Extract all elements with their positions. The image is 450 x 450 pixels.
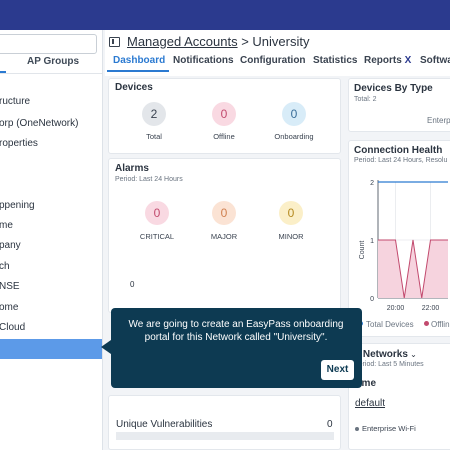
- offline-series-area: [378, 240, 448, 298]
- vulnerabilities-label: Unique Vulnerabilities: [116, 419, 213, 430]
- legend-total-devices[interactable]: Total Devices: [366, 320, 414, 329]
- sidebar-item[interactable]: Cloud: [0, 322, 25, 333]
- network-type: Enterprise Wi-Fi: [362, 424, 416, 433]
- sidebar-item[interactable]: roperties: [0, 138, 38, 149]
- tab-software[interactable]: Softwa: [420, 55, 450, 66]
- devices-by-type-total: Total: 2: [354, 96, 377, 103]
- reports-badge: X: [404, 55, 412, 66]
- tab-dashboard[interactable]: Dashboard: [113, 55, 165, 66]
- devices-offline-label: Offline: [213, 132, 235, 141]
- breadcrumb-link-managed-accounts[interactable]: Managed Accounts: [127, 34, 238, 49]
- vulnerabilities-count: 0: [327, 419, 333, 430]
- sidebar-item[interactable]: ructure: [0, 96, 30, 107]
- sidebar: AP Groups ructure orp (OneNetwork) roper…: [0, 30, 103, 450]
- networks-title[interactable]: p Networks ⌄: [354, 349, 417, 360]
- devices-total-count[interactable]: 2: [142, 102, 166, 126]
- breadcrumb-current: University: [252, 34, 310, 49]
- sidebar-item-selected[interactable]: [0, 339, 102, 359]
- devices-title: Devices: [115, 82, 153, 93]
- networks-period: Period: Last 5 Minutes: [354, 361, 424, 368]
- sidebar-item[interactable]: ome: [0, 302, 18, 313]
- active-tab-underline: [107, 70, 169, 72]
- networks-title-label: p Networks: [354, 349, 408, 360]
- alarms-chart-zero-label: 0: [130, 280, 135, 289]
- alarms-period: Period: Last 24 Hours: [115, 176, 183, 183]
- legend-offline-dot: [424, 321, 429, 326]
- tooltip-next-button[interactable]: Next: [321, 360, 354, 380]
- sidebar-item[interactable]: pany: [0, 240, 21, 251]
- sidebar-item[interactable]: me: [0, 220, 13, 231]
- tab-ap-groups[interactable]: AP Groups: [27, 56, 79, 67]
- tab-configuration[interactable]: Configuration: [240, 55, 306, 66]
- sidebar-item[interactable]: NSE: [0, 281, 20, 292]
- sidebar-toggle-icon[interactable]: [109, 37, 120, 47]
- sidebar-search-input[interactable]: [0, 34, 97, 54]
- chart-y-tick-label: 0: [370, 296, 374, 303]
- tab-notifications[interactable]: Notifications: [173, 55, 234, 66]
- vulnerabilities-bar: [116, 432, 334, 440]
- sidebar-item[interactable]: ch: [0, 261, 10, 272]
- tab-reports[interactable]: Reports X: [364, 55, 411, 66]
- chart-x-tick-label: 20:00: [387, 305, 405, 312]
- devices-offline-count[interactable]: 0: [212, 102, 236, 126]
- devices-onboarding-label: Onboarding: [274, 132, 314, 141]
- network-link-default[interactable]: default: [355, 398, 385, 409]
- devices-total-label: Total: [146, 132, 162, 141]
- alarms-major-count[interactable]: 0: [212, 201, 236, 225]
- tab-reports-label: Reports: [364, 55, 402, 66]
- devices-by-type-legend: Enterp: [427, 116, 450, 125]
- sidebar-item[interactable]: orp (OneNetwork): [0, 118, 78, 129]
- alarms-minor-count[interactable]: 0: [279, 201, 303, 225]
- breadcrumb-separator: >: [237, 34, 253, 49]
- tooltip-arrow: [101, 340, 111, 354]
- connection-health-period: Period: Last 24 Hours, Resolu: [354, 157, 448, 164]
- network-type-dot: [355, 427, 359, 431]
- chart-y-tick-label: 2: [370, 180, 374, 187]
- alarms-major-label: MAJOR: [210, 232, 238, 241]
- legend-offline[interactable]: Offlin: [431, 320, 450, 329]
- alarms-critical-count[interactable]: 0: [145, 201, 169, 225]
- sidebar-item[interactable]: ppening: [0, 200, 35, 211]
- chevron-down-icon: ⌄: [407, 350, 417, 359]
- devices-onboarding-count[interactable]: 0: [282, 102, 306, 126]
- devices-by-type-title: Devices By Type: [354, 83, 433, 94]
- tooltip-message: We are going to create an EasyPass onboa…: [128, 319, 344, 343]
- connection-health-title: Connection Health: [354, 145, 443, 156]
- chart-x-tick-label: 22:00: [422, 305, 440, 312]
- connection-health-chart: Count 0 1 2 20:00 22:00: [359, 180, 448, 312]
- chart-y-tick-label: 1: [370, 238, 374, 245]
- sidebar-divider: [0, 73, 102, 74]
- tab-statistics[interactable]: Statistics: [313, 55, 357, 66]
- alarms-minor-label: MINOR: [278, 232, 304, 241]
- top-banner: [0, 0, 450, 30]
- chart-y-axis-label: Count: [359, 241, 366, 260]
- breadcrumb: Managed Accounts > University: [127, 34, 309, 49]
- alarms-title: Alarms: [115, 163, 149, 174]
- alarms-critical-label: CRITICAL: [139, 232, 175, 241]
